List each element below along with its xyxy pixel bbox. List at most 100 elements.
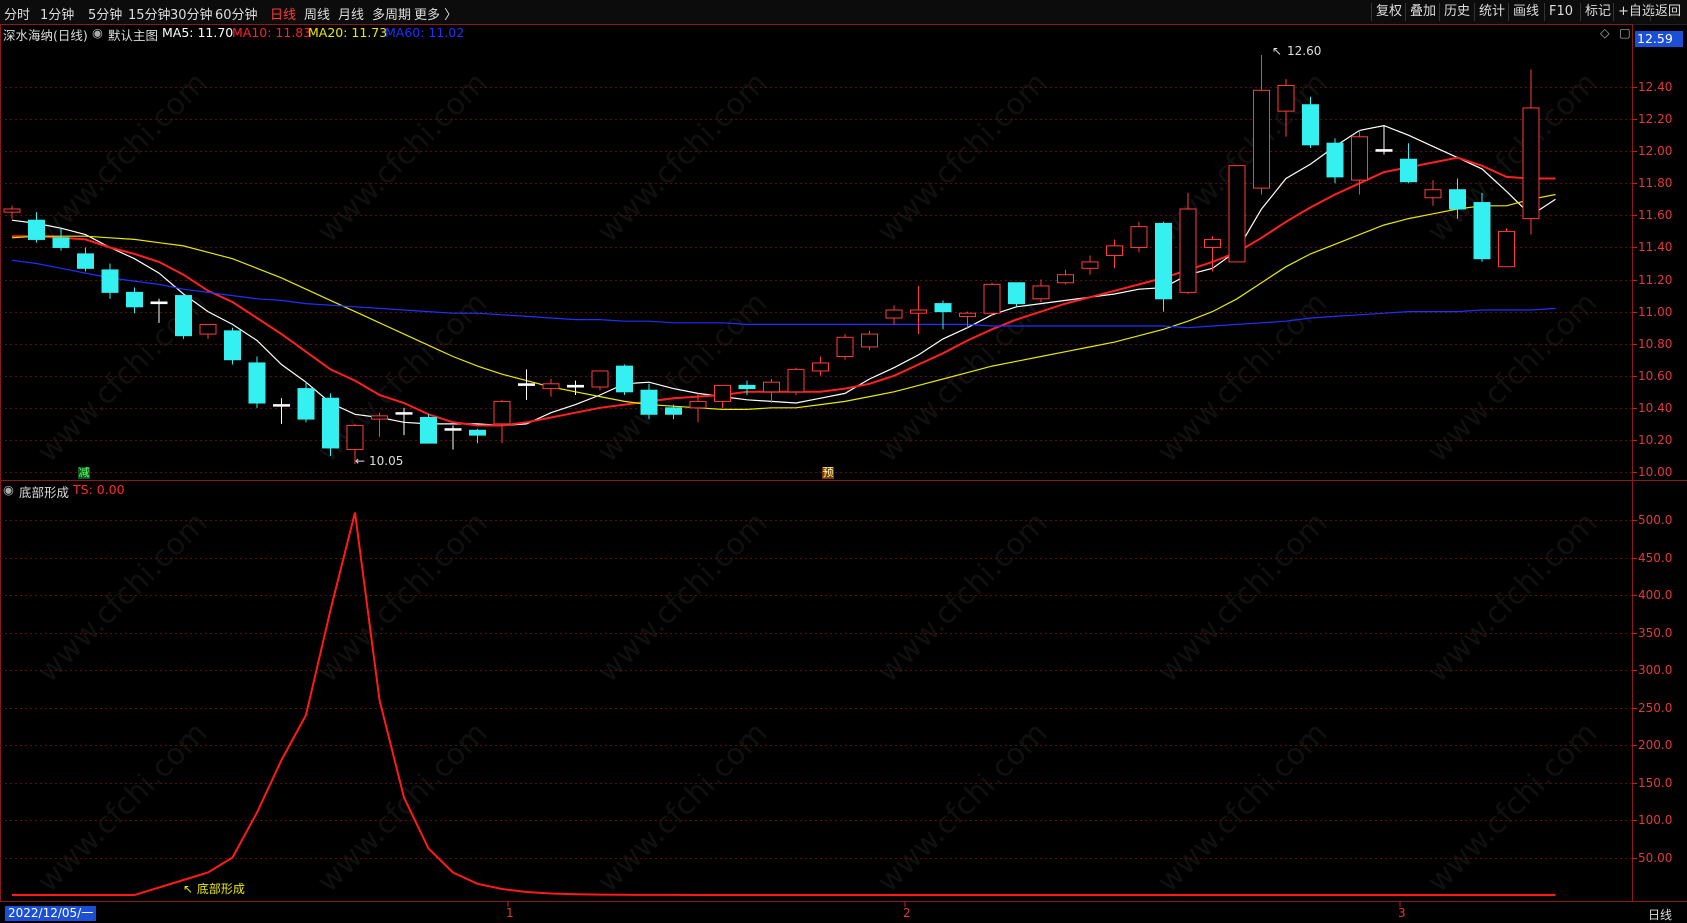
price-tick-label: 11.80 xyxy=(1638,175,1673,190)
ts-label: TS: 0.00 xyxy=(73,482,125,497)
candle-body xyxy=(1302,104,1319,146)
candle-body xyxy=(420,416,437,444)
candle-body xyxy=(52,237,70,248)
candle-body xyxy=(885,309,903,319)
candle-body xyxy=(77,253,94,269)
indicator-name[interactable]: 底部形成 xyxy=(19,482,69,501)
candle-body xyxy=(1130,226,1148,248)
candle-body xyxy=(297,388,315,420)
candle-body xyxy=(1008,282,1025,305)
date-label: 2022/12/05/一 xyxy=(5,906,97,921)
candle-body xyxy=(175,295,192,337)
candle-body xyxy=(395,412,413,415)
candle-body xyxy=(322,397,339,449)
price-tick-label: 12.40 xyxy=(1638,79,1673,94)
price-tick-label: 10.20 xyxy=(1638,432,1673,447)
indicator-tick-label: 150.0 xyxy=(1638,775,1673,790)
indicator-tick-label: 100.0 xyxy=(1638,812,1673,827)
candle-body xyxy=(1228,165,1246,263)
collapse-icon[interactable]: ◉ xyxy=(92,25,103,40)
annotation-text: 底部形成 xyxy=(196,882,245,896)
candle-body xyxy=(763,381,780,393)
diamond-icon[interactable]: ◇ xyxy=(1600,25,1610,40)
annotation-arrow-icon: ↖ xyxy=(183,882,194,896)
candle-body xyxy=(199,323,217,335)
ts-line xyxy=(12,512,1556,896)
indicator-tick-label: 250.0 xyxy=(1638,700,1673,715)
candle-body xyxy=(1449,189,1466,210)
ma10-label: MA10: 11.83 xyxy=(232,25,312,40)
candle-body xyxy=(493,400,511,425)
candle-body xyxy=(1155,222,1172,300)
indicator-tick-label: 300.0 xyxy=(1638,662,1673,677)
price-tick-label: 11.20 xyxy=(1638,272,1673,287)
indicator-tick-label: 200.0 xyxy=(1638,737,1673,752)
candle-body xyxy=(3,208,21,213)
candle-body xyxy=(934,303,952,313)
price-tick-label: 12.00 xyxy=(1638,143,1673,158)
candle-body xyxy=(1522,107,1540,220)
candle-body xyxy=(812,362,829,372)
high-label: 12.60 xyxy=(1287,44,1322,58)
price-tick-label: 10.40 xyxy=(1638,400,1673,415)
candle-body xyxy=(567,384,584,388)
price-tick-label: 11.40 xyxy=(1638,239,1673,254)
high-arrow-icon: ↖ xyxy=(1272,44,1283,58)
indicator-tick-label: 350.0 xyxy=(1638,625,1673,640)
candle-body xyxy=(1424,189,1442,199)
candle-body xyxy=(518,383,535,386)
candle-body xyxy=(126,291,143,308)
candle-body xyxy=(346,424,364,451)
period-label[interactable]: 日线 xyxy=(1648,906,1672,923)
candle-body xyxy=(1473,202,1491,260)
candle-body xyxy=(1498,230,1515,268)
candle-body xyxy=(714,384,731,402)
candle-body xyxy=(1375,149,1393,152)
price-tick-label: 10.60 xyxy=(1638,368,1673,383)
candle-body xyxy=(689,400,707,409)
candle-body xyxy=(1106,245,1123,256)
candle-body xyxy=(1032,285,1050,300)
candle-body xyxy=(1081,261,1099,269)
candle-body xyxy=(640,389,658,415)
candle-body xyxy=(1253,89,1270,189)
stock-chart[interactable] xyxy=(0,0,1687,923)
price-tick-label: 11.60 xyxy=(1638,207,1673,222)
candle-body xyxy=(983,283,1001,314)
chart-name[interactable]: 默认主图 xyxy=(108,25,158,44)
candle-body xyxy=(959,312,976,317)
candle-body xyxy=(1277,84,1295,112)
candle-body xyxy=(28,219,45,240)
indicator-tick-label: 500.0 xyxy=(1638,512,1673,527)
candle-body xyxy=(469,429,486,436)
candle-body xyxy=(910,309,927,314)
candle-body xyxy=(787,368,805,393)
candle-body xyxy=(861,333,878,348)
stock-name: 深水海纳(日线) xyxy=(3,28,88,43)
price-tick-label: 11.00 xyxy=(1638,304,1673,319)
candle-body xyxy=(542,383,560,390)
candle-body xyxy=(1204,238,1221,248)
candle-body xyxy=(836,336,854,358)
candle-body xyxy=(1351,136,1368,181)
sub-collapse-icon[interactable]: ◉ xyxy=(3,482,14,497)
ma-line-ma20 xyxy=(11,193,1556,410)
ma60-label: MA60: 11.02 xyxy=(385,25,465,40)
indicator-tick-label: 450.0 xyxy=(1638,550,1673,565)
candle-body xyxy=(371,415,388,420)
candle-body xyxy=(665,407,682,415)
candle-body xyxy=(616,365,633,393)
candle-body xyxy=(1326,142,1344,178)
marker-yu: 预 xyxy=(822,466,834,479)
indicator-annotation: ↖ 底部形成 xyxy=(183,880,245,897)
month-mark-1: 1 xyxy=(506,906,514,920)
window-icon[interactable]: ▢ xyxy=(1619,25,1631,40)
ma20-label: MA20: 11.73 xyxy=(308,25,388,40)
price-tick-label: 10.80 xyxy=(1638,336,1673,351)
ma-line-ma10 xyxy=(12,156,1556,427)
candle-body xyxy=(150,301,168,305)
indicator-tick-label: 400.0 xyxy=(1638,587,1673,602)
candle-body xyxy=(591,370,609,388)
candle-body xyxy=(248,362,266,404)
ma-line-ma60 xyxy=(11,259,1556,329)
